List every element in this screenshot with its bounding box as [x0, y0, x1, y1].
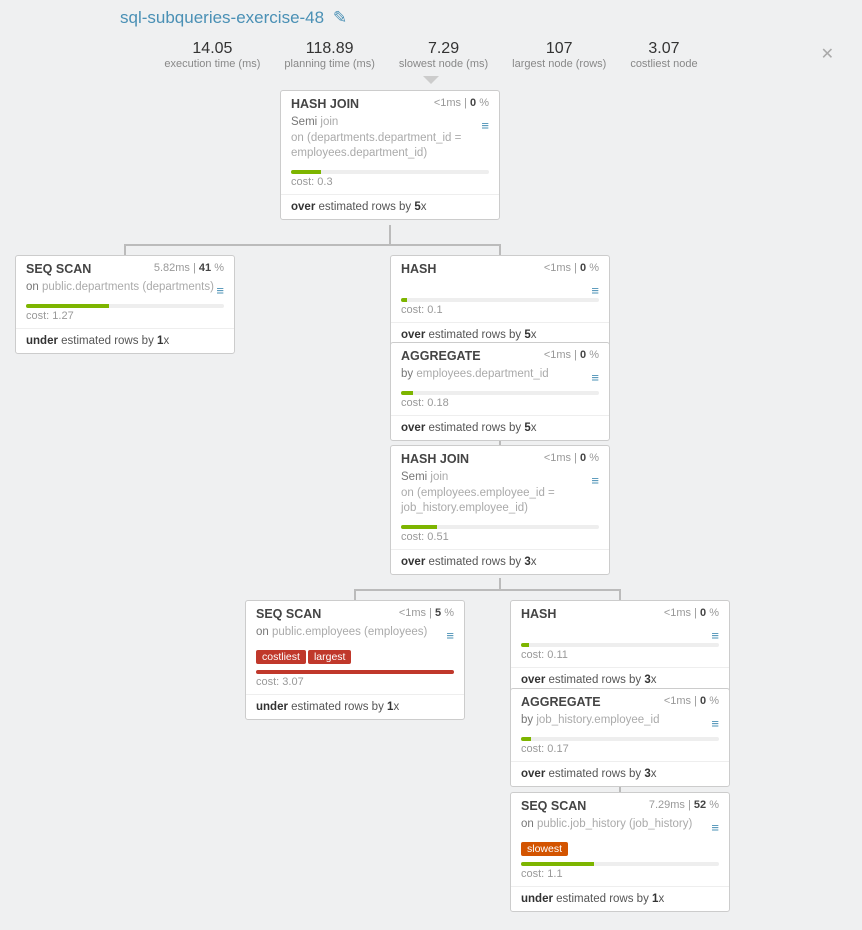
- badge-costliest: costliest: [256, 650, 306, 664]
- database-icon[interactable]: ≡: [711, 715, 719, 733]
- node-hash-join-2[interactable]: HASH JOIN<1ms | 0 % Semi joinon (employe…: [390, 445, 610, 575]
- title-text: sql-subqueries-exercise-48: [120, 8, 324, 27]
- stat-plan: 118.89planning time (ms): [284, 40, 374, 70]
- node-hash-2[interactable]: HASH<1ms | 0 % ≡ cost: 0.11 over estimat…: [510, 600, 730, 693]
- node-hash-join-1[interactable]: HASH JOIN<1ms | 0 % Semi joinon (departm…: [280, 90, 500, 220]
- node-seq-scan-departments[interactable]: SEQ SCAN5.82ms | 41 % on public.departme…: [15, 255, 235, 354]
- page-title: sql-subqueries-exercise-48 ✎: [0, 0, 862, 28]
- node-hash-1[interactable]: HASH<1ms | 0 % ≡ cost: 0.1 over estimate…: [390, 255, 610, 348]
- badge-slowest: slowest: [521, 842, 568, 856]
- node-seq-scan-job-history[interactable]: SEQ SCAN7.29ms | 52 % on public.job_hist…: [510, 792, 730, 912]
- stat-large: 107largest node (rows): [512, 40, 606, 70]
- database-icon[interactable]: ≡: [591, 369, 599, 387]
- badge-largest: largest: [308, 650, 352, 664]
- close-icon[interactable]: ✕: [821, 44, 834, 64]
- stat-exec: 14.05execution time (ms): [164, 40, 260, 70]
- database-icon[interactable]: ≡: [446, 627, 454, 645]
- stats-bar: 14.05execution time (ms) 118.89planning …: [0, 28, 862, 80]
- database-icon[interactable]: ≡: [591, 472, 599, 490]
- stat-cost: 3.07costliest node: [630, 40, 697, 70]
- database-icon[interactable]: ≡: [481, 117, 489, 135]
- plan-canvas: HASH JOIN<1ms | 0 % Semi joinon (departm…: [0, 80, 862, 930]
- edit-icon[interactable]: ✎: [333, 8, 347, 27]
- node-aggregate-2[interactable]: AGGREGATE<1ms | 0 % by job_history.emplo…: [510, 688, 730, 787]
- database-icon[interactable]: ≡: [711, 819, 719, 837]
- stat-slow: 7.29slowest node (ms): [399, 40, 488, 70]
- node-aggregate-1[interactable]: AGGREGATE<1ms | 0 % by employees.departm…: [390, 342, 610, 441]
- database-icon[interactable]: ≡: [216, 282, 224, 300]
- node-seq-scan-employees[interactable]: SEQ SCAN<1ms | 5 % on public.employees (…: [245, 600, 465, 720]
- database-icon[interactable]: ≡: [591, 282, 599, 300]
- database-icon[interactable]: ≡: [711, 627, 719, 645]
